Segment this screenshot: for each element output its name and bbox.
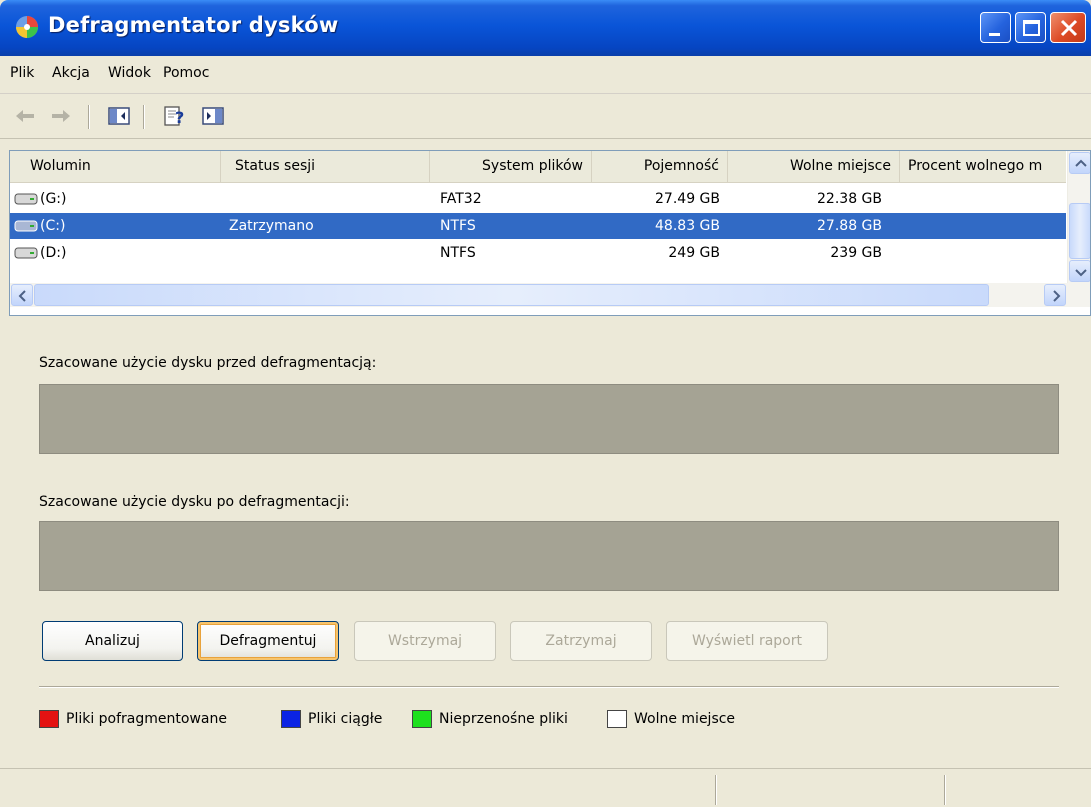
maximize-icon xyxy=(1023,20,1040,36)
divider xyxy=(39,686,1059,688)
free-space: 239 GB xyxy=(830,245,882,261)
minimize-button[interactable] xyxy=(980,12,1011,43)
legend-label: Pliki ciągłe xyxy=(308,711,383,727)
list-header: Wolumin Status sesji System plików Pojem… xyxy=(10,151,1066,183)
volume-list[interactable]: Wolumin Status sesji System plików Pojem… xyxy=(9,150,1091,316)
hard-drive-icon xyxy=(14,247,38,259)
defragmenter-app-icon xyxy=(16,16,38,38)
file-system: NTFS xyxy=(440,218,476,234)
scroll-down-button[interactable] xyxy=(1069,260,1090,282)
legend-label: Nieprzenośne pliki xyxy=(439,711,568,727)
volume-name: (D:) xyxy=(40,245,67,261)
scroll-thumb[interactable] xyxy=(34,284,989,306)
stop-button[interactable]: Zatrzymaj xyxy=(510,621,652,661)
window-title: Defragmentator dysków xyxy=(48,13,339,37)
chevron-down-icon xyxy=(1075,269,1087,277)
capacity: 48.83 GB xyxy=(655,218,720,234)
legend-label: Pliki pofragmentowane xyxy=(66,711,227,727)
file-system: NTFS xyxy=(440,245,476,261)
chevron-up-icon xyxy=(1075,159,1087,167)
pause-button[interactable]: Wstrzymaj xyxy=(354,621,496,661)
scroll-up-button[interactable] xyxy=(1069,152,1090,174)
column-header-percent-free[interactable]: Procent wolnego m xyxy=(900,151,1066,182)
free-space: 27.88 GB xyxy=(817,218,882,234)
help-icon[interactable]: ? xyxy=(162,103,188,129)
toolbar-separator xyxy=(88,105,90,129)
volume-name: (G:) xyxy=(40,191,67,207)
analyze-button[interactable]: Analizuj xyxy=(42,621,183,661)
scroll-thumb[interactable] xyxy=(1069,203,1090,259)
after-defrag-usage-bar xyxy=(39,521,1059,591)
unmovable-swatch xyxy=(412,710,432,728)
status-separator xyxy=(944,775,946,805)
show-hide-action-pane-icon[interactable] xyxy=(200,103,226,129)
free-space-swatch xyxy=(607,710,627,728)
before-defrag-usage-bar xyxy=(39,384,1059,454)
legend-label: Wolne miejsce xyxy=(634,711,736,727)
toolbar-separator xyxy=(143,105,145,129)
back-arrow-icon[interactable] xyxy=(12,103,38,129)
close-icon xyxy=(1060,19,1078,37)
scroll-left-button[interactable] xyxy=(11,284,33,306)
forward-arrow-icon[interactable] xyxy=(48,103,74,129)
scroll-right-button[interactable] xyxy=(1044,284,1066,306)
defragment-button[interactable]: Defragmentuj xyxy=(197,621,339,661)
view-report-button[interactable]: Wyświetl raport xyxy=(666,621,828,661)
capacity: 249 GB xyxy=(668,245,720,261)
session-status: Zatrzymano xyxy=(229,218,314,234)
column-header-capacity[interactable]: Pojemność xyxy=(592,151,728,182)
show-hide-console-tree-icon[interactable] xyxy=(106,103,132,129)
table-row[interactable]: (D:) NTFS 249 GB 239 GB xyxy=(10,240,1066,266)
status-separator xyxy=(715,775,717,805)
menu-plik[interactable]: Plik xyxy=(10,65,34,81)
chevron-right-icon xyxy=(1053,290,1061,302)
after-defrag-label: Szacowane użycie dysku po defragmentacji… xyxy=(39,494,350,510)
before-defrag-label: Szacowane użycie dysku przed defragmenta… xyxy=(39,355,377,371)
file-system: FAT32 xyxy=(440,191,482,207)
close-button[interactable] xyxy=(1050,12,1086,43)
contiguous-swatch xyxy=(281,710,301,728)
minimize-icon xyxy=(989,33,1000,36)
table-row[interactable]: (C:) Zatrzymano NTFS 48.83 GB 27.88 GB xyxy=(10,213,1066,239)
hard-drive-icon xyxy=(14,220,38,232)
column-header-volume[interactable]: Wolumin xyxy=(10,151,221,182)
toolbar: ? xyxy=(0,95,1091,139)
fragmented-swatch xyxy=(39,710,59,728)
menu-pomoc[interactable]: Pomoc xyxy=(163,65,209,81)
column-header-file-system[interactable]: System plików xyxy=(430,151,592,182)
menu-akcja[interactable]: Akcja xyxy=(52,65,90,81)
menu-widok[interactable]: Widok xyxy=(108,65,151,81)
table-row[interactable]: (G:) FAT32 27.49 GB 22.38 GB xyxy=(10,186,1066,212)
menu-bar: Plik Akcja Widok Pomoc xyxy=(0,56,1091,94)
status-bar xyxy=(0,768,1091,807)
title-bar[interactable]: Defragmentator dysków xyxy=(0,0,1091,56)
horizontal-scrollbar[interactable] xyxy=(10,283,1090,307)
column-header-session-status[interactable]: Status sesji xyxy=(221,151,430,182)
hard-drive-icon xyxy=(14,193,38,205)
maximize-button[interactable] xyxy=(1015,12,1046,43)
chevron-left-icon xyxy=(18,290,26,302)
free-space: 22.38 GB xyxy=(817,191,882,207)
volume-name: (C:) xyxy=(40,218,66,234)
svg-text:?: ? xyxy=(175,108,184,127)
column-header-free-space[interactable]: Wolne miejsce xyxy=(728,151,900,182)
vertical-scrollbar[interactable] xyxy=(1067,151,1090,283)
capacity: 27.49 GB xyxy=(655,191,720,207)
